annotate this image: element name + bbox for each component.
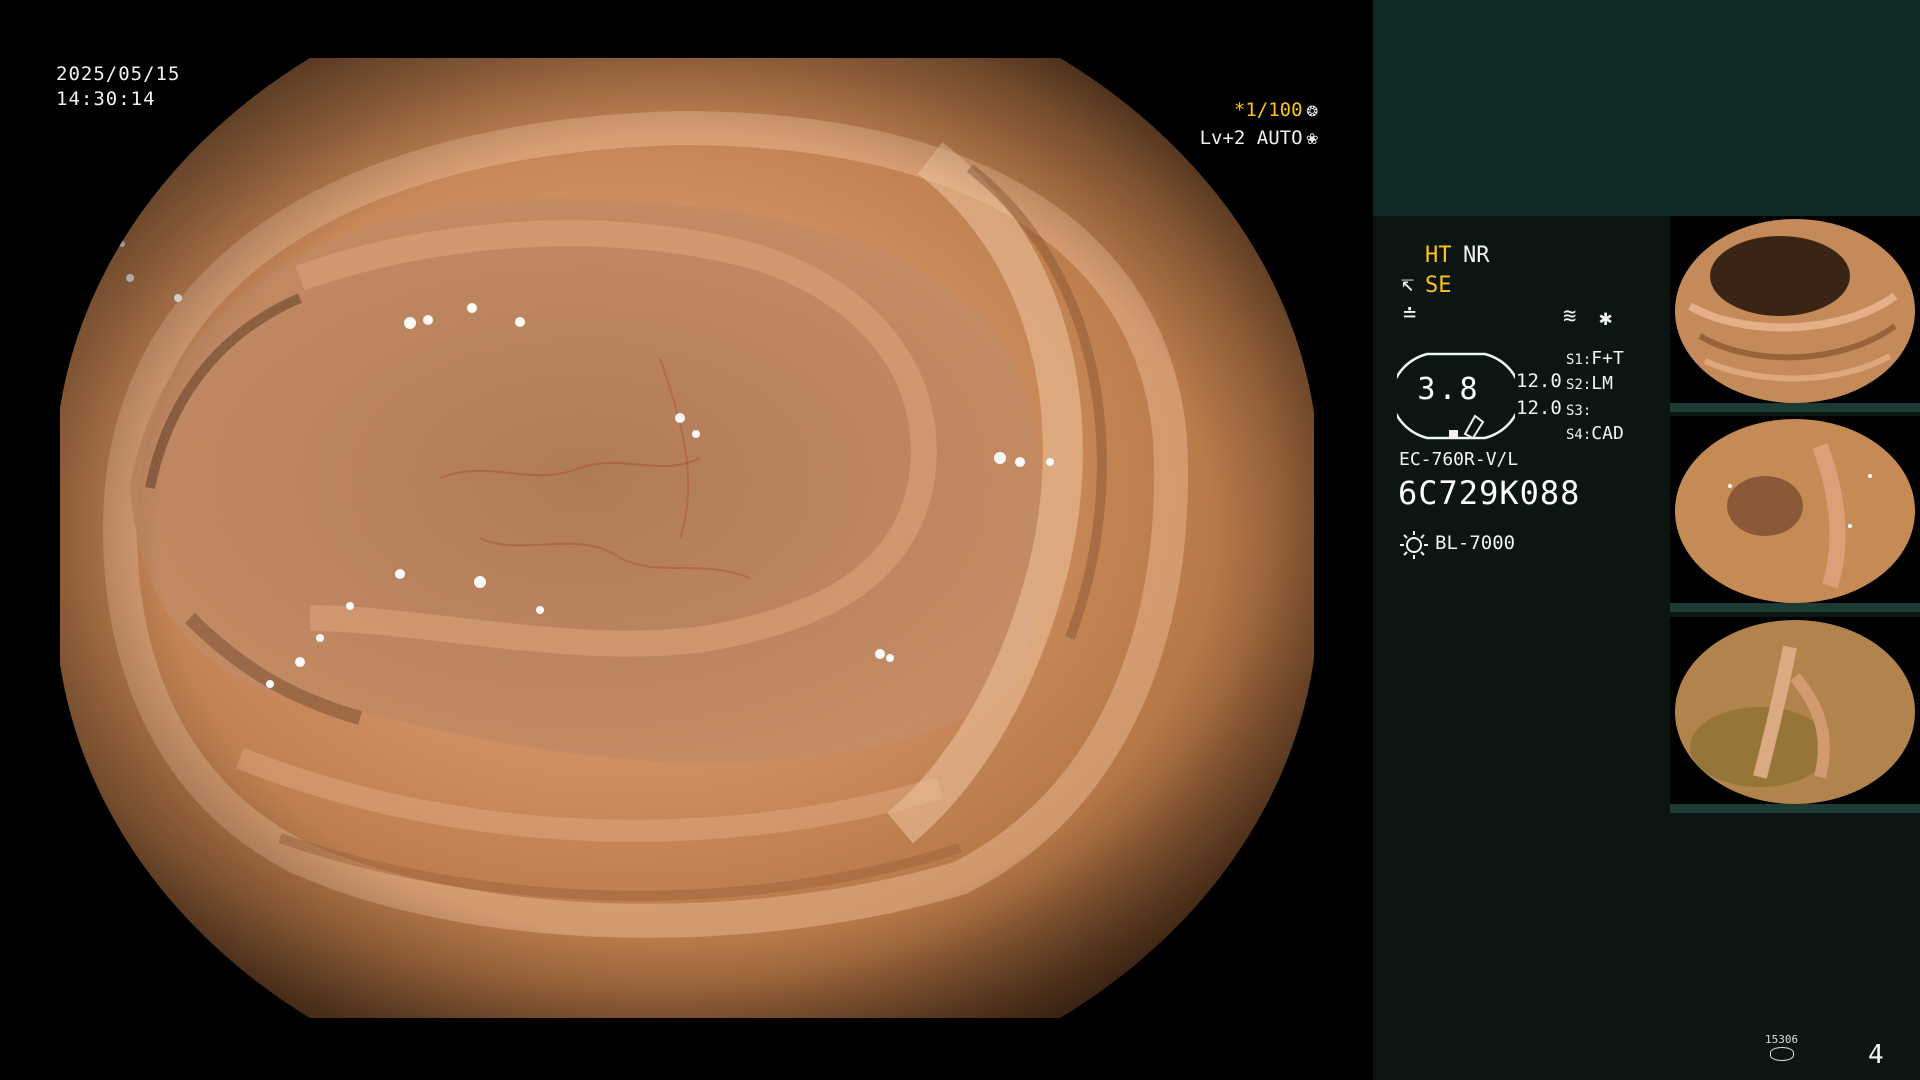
thumbnail-2-bar xyxy=(1670,603,1920,612)
switch-3-key: S3: xyxy=(1566,403,1592,419)
storage-indicator: 15306 xyxy=(1765,1034,1798,1061)
no-flash-icon: ≐ xyxy=(1403,302,1417,327)
thumbnail-1-bar xyxy=(1670,403,1920,412)
storage-cylinder-icon xyxy=(1769,1047,1794,1061)
light-source-model: BL-7000 xyxy=(1435,532,1516,554)
shutter-speed-value: *1/100 xyxy=(1233,99,1303,121)
exposure-level-value: Lv+2 AUTO xyxy=(1199,127,1303,149)
switch-2-value: LM xyxy=(1591,373,1613,394)
image-filter-icon: ≋ xyxy=(1563,304,1577,329)
shutter-speed: *1/100 ❂ xyxy=(1234,99,1318,121)
ht-indicator: HT xyxy=(1425,243,1452,268)
storage-count: 15306 xyxy=(1765,1033,1799,1046)
endoscopic-image xyxy=(60,58,1314,1018)
thumbnail-1-image xyxy=(1675,219,1915,403)
switch-3: S3: xyxy=(1566,399,1591,420)
scope-serial: 6C729K088 xyxy=(1398,474,1581,512)
switch-1-key: S1: xyxy=(1566,352,1592,368)
captured-thumbnail-3[interactable] xyxy=(1670,617,1920,813)
aperture-icon: ❂ xyxy=(1306,99,1318,121)
page-number: 4 xyxy=(1868,1040,1884,1070)
captured-thumbnail-1[interactable] xyxy=(1670,216,1920,412)
switch-1: S1:F+T xyxy=(1566,348,1624,369)
thumbnail-2-image xyxy=(1675,419,1915,603)
light-source-icon xyxy=(1400,531,1428,559)
captured-thumbnail-2[interactable] xyxy=(1670,416,1920,612)
thumbnail-3-bar xyxy=(1670,804,1920,813)
scope-model: EC-760R-V/L xyxy=(1399,449,1519,470)
se-indicator: SE xyxy=(1425,273,1452,298)
auto-iris-icon: ❀ xyxy=(1306,127,1318,149)
capture-date: 2025/05/15 xyxy=(56,63,181,85)
exposure-level: Lv+2 AUTO ❀ xyxy=(1200,127,1318,149)
level-1-value: 12.0 xyxy=(1516,370,1562,392)
switch-4-key: S4: xyxy=(1566,427,1592,443)
switch-4: S4:CAD xyxy=(1566,423,1624,444)
structure-enhance-icon: ↸ xyxy=(1401,272,1415,297)
panel-header-area xyxy=(1373,0,1920,216)
switch-1-value: F+T xyxy=(1591,348,1624,369)
switch-2-key: S2: xyxy=(1566,377,1592,393)
endoscope-main-view: 2025/05/15 14:30:14 *1/100 ❂ Lv+2 AUTO ❀ xyxy=(0,0,1373,1080)
nr-indicator: NR xyxy=(1463,243,1490,268)
thumbnail-3-image xyxy=(1675,620,1915,804)
switch-4-value: CAD xyxy=(1591,423,1624,444)
switch-2: S2:LM xyxy=(1566,373,1613,394)
star-icon: ✱ xyxy=(1599,306,1613,331)
level-2-value: 12.0 xyxy=(1516,397,1562,419)
capture-time: 14:30:14 xyxy=(56,88,156,110)
brightness-value: 3.8 xyxy=(1417,372,1481,407)
